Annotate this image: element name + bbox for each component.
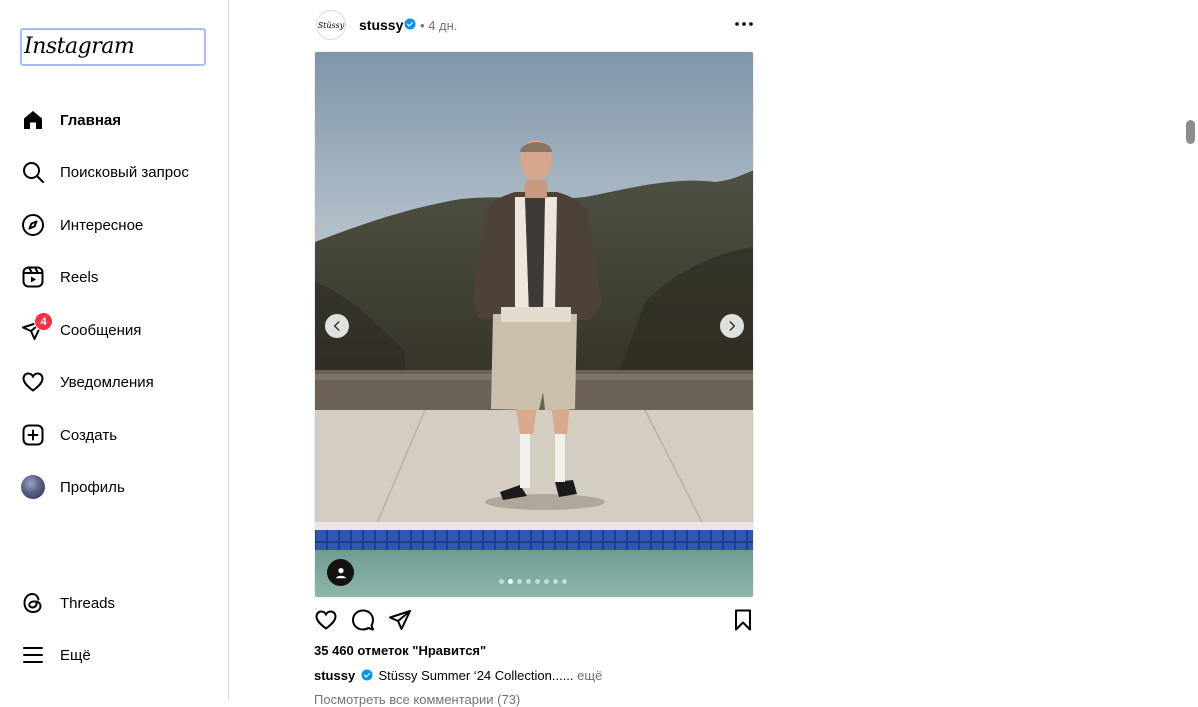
save-button[interactable]	[731, 608, 757, 634]
sidebar-item-reels[interactable]: Reels	[20, 262, 98, 292]
chevron-right-icon	[729, 321, 736, 331]
scrollbar-thumb[interactable]	[1186, 120, 1195, 144]
verified-icon	[404, 18, 416, 30]
caption-username[interactable]: stussy	[314, 668, 355, 683]
sidebar-item-label: Reels	[60, 268, 99, 286]
sidebar-item-search[interactable]: Поисковый запрос	[20, 157, 189, 187]
sidebar-item-label: Главная	[60, 111, 122, 129]
carousel-dot	[535, 579, 540, 584]
sidebar-item-label: Ещё	[60, 646, 91, 664]
tagged-users-button[interactable]	[327, 559, 354, 586]
avatar-logo-text: Stüssy	[317, 20, 345, 30]
carousel-dot	[499, 579, 504, 584]
avatar	[21, 475, 45, 499]
post-photo	[315, 52, 753, 597]
direct-icon: 4	[20, 312, 53, 343]
caption-more-link[interactable]: ещё	[577, 668, 602, 683]
post-caption: stussy Stüssy Summer ‘24 Collection.....…	[314, 668, 602, 683]
sidebar-item-notifications[interactable]: Уведомления	[20, 367, 154, 397]
carousel-dot	[544, 579, 549, 584]
sidebar-item-threads[interactable]: Threads	[20, 588, 115, 618]
time-value: 4 дн.	[428, 18, 458, 33]
compass-icon	[20, 212, 46, 238]
plus-square-icon	[20, 422, 46, 448]
comment-icon	[352, 609, 374, 631]
post-header: Stüssy stussy • 4 дн.	[316, 8, 754, 42]
time-separator: •	[420, 18, 425, 33]
carousel-dot	[562, 579, 567, 584]
post-avatar[interactable]: Stüssy	[316, 10, 346, 40]
user-icon	[335, 567, 346, 578]
likes-count[interactable]: 35 460 отметок "Нравится"	[314, 643, 486, 658]
share-button[interactable]	[388, 608, 414, 634]
verified-icon	[361, 669, 373, 681]
comment-button[interactable]	[351, 608, 377, 634]
search-icon	[20, 159, 46, 185]
sidebar-item-label: Сообщения	[60, 321, 142, 339]
bookmark-icon	[735, 609, 751, 631]
carousel-prev-button[interactable]	[325, 314, 349, 338]
notification-badge: 4	[34, 312, 53, 331]
caption-text: Stüssy Summer ‘24 Collection......	[378, 668, 574, 683]
carousel-dot	[526, 579, 531, 584]
reels-icon	[20, 264, 46, 290]
chevron-left-icon	[333, 321, 340, 331]
post-actions	[314, 608, 754, 634]
carousel-dot	[508, 579, 513, 584]
sidebar-item-messages[interactable]: 4 Сообщения	[20, 312, 142, 345]
sidebar-item-label: Поисковый запрос	[60, 163, 189, 181]
sidebar: Instagram Главная Поисковый запрос Интер…	[0, 0, 229, 700]
sidebar-item-label: Создать	[60, 426, 118, 444]
sidebar-item-explore[interactable]: Интересное	[20, 210, 143, 240]
avatar-wrapper	[20, 474, 46, 500]
sidebar-item-profile[interactable]: Профиль	[20, 472, 125, 502]
sidebar-item-label: Threads	[60, 594, 116, 612]
more-options-button[interactable]	[732, 14, 756, 34]
instagram-logo[interactable]: Instagram	[20, 28, 206, 66]
home-icon	[20, 107, 46, 133]
sidebar-item-create[interactable]: Создать	[20, 420, 117, 450]
direct-icon	[389, 610, 411, 630]
carousel-next-button[interactable]	[720, 314, 744, 338]
carousel-dot	[553, 579, 558, 584]
sidebar-item-label: Профиль	[60, 478, 125, 496]
sidebar-item-label: Интересное	[60, 216, 144, 234]
post-timestamp: • 4 дн.	[420, 18, 457, 33]
more-horizontal-icon	[735, 22, 753, 26]
carousel-indicator	[499, 579, 567, 584]
heart-icon	[315, 610, 337, 630]
menu-icon	[20, 642, 46, 668]
heart-icon	[20, 369, 46, 395]
sidebar-item-home[interactable]: Главная	[20, 105, 121, 135]
like-button[interactable]	[314, 608, 340, 634]
logo-text: Instagram	[24, 34, 135, 59]
post-username[interactable]: stussy	[359, 17, 403, 33]
carousel-dot	[517, 579, 522, 584]
threads-icon	[20, 590, 46, 616]
sidebar-item-more[interactable]: Ещё	[20, 640, 91, 670]
post-media[interactable]	[314, 51, 754, 598]
sidebar-item-label: Уведомления	[60, 373, 154, 391]
